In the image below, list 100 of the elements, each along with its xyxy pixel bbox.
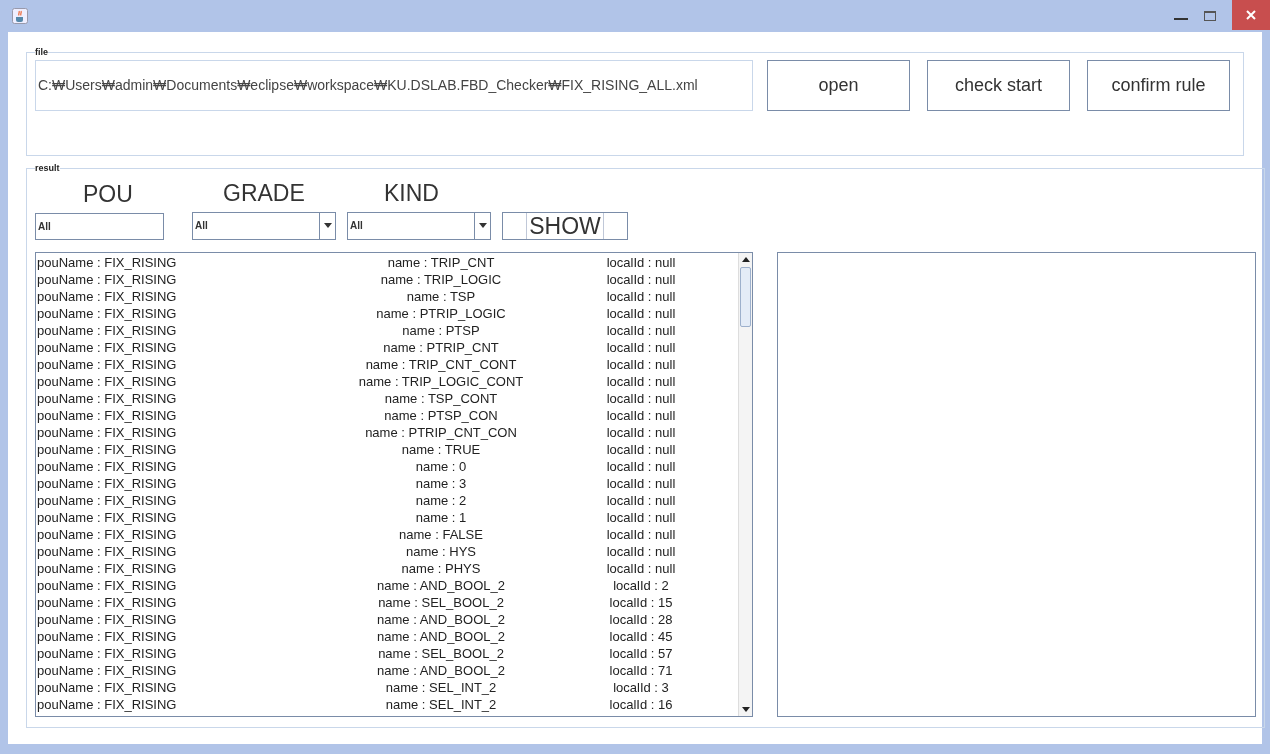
- pou-name-text: pouName : FIX_RISING: [36, 423, 178, 441]
- panel-legend: result: [35, 162, 60, 176]
- pou-name-text: pouName : FIX_RISING: [36, 304, 178, 322]
- block-name-text: name : FALSE: [398, 525, 484, 543]
- block-name-text: name : 1: [414, 508, 468, 526]
- block-name-text: name : SEL_INT_2: [384, 678, 498, 696]
- block-name-text: name : AND_BOOL_2: [376, 627, 506, 645]
- pou-name-text: pouName : FIX_RISING: [36, 372, 178, 390]
- block-name-text: name : TSP: [405, 287, 477, 305]
- panel-legend: file: [35, 46, 48, 60]
- local-id-text: localId : null: [605, 542, 677, 560]
- filter-label: KIND: [383, 178, 439, 208]
- file-path-field[interactable]: C:₩Users₩admin₩Documents₩eclipse₩workspace₩KU.DSLAB.FBD_Checker₩FIX_RISING_ALL.xml: [35, 59, 753, 111]
- block-name-text: name : TRIP_CNT_CONT: [364, 355, 518, 373]
- block-name-text: name : PTRIP_LOGIC: [375, 304, 507, 322]
- filter-label: POU: [82, 179, 133, 209]
- block-name-text: name : PTSP: [401, 321, 481, 339]
- block-name-text: name : PTRIP_CNT_CON: [364, 423, 518, 441]
- pou-name-text: pouName : FIX_RISING: [36, 644, 178, 662]
- action-button[interactable]: confirm rule: [1087, 59, 1230, 111]
- pou-name-text: pouName : FIX_RISING: [36, 695, 178, 713]
- pou-name-text: pouName : FIX_RISING: [36, 627, 178, 645]
- block-name-text: name : TRIP_LOGIC_CONT: [357, 372, 525, 390]
- action-button[interactable]: open: [767, 59, 910, 111]
- pou-name-text: pouName : FIX_RISING: [36, 389, 178, 407]
- local-id-text: localId : null: [605, 457, 677, 475]
- coffee-cup-icon: [12, 8, 28, 24]
- block-name-text: name : PTSP_CON: [383, 406, 499, 424]
- scroll-thumb[interactable]: [740, 266, 751, 327]
- local-id-text: localId : null: [605, 559, 677, 577]
- local-id-text: localId : null: [605, 406, 677, 424]
- local-id-text: localId : null: [605, 491, 677, 509]
- filter-label: GRADE: [222, 178, 305, 208]
- block-name-text: name : SEL_BOOL_2: [377, 593, 505, 611]
- pou-name-text: pouName : FIX_RISING: [36, 593, 178, 611]
- local-id-text: localId : null: [605, 423, 677, 441]
- local-id-text: localId : 2: [612, 576, 670, 594]
- pou-name-text: pouName : FIX_RISING: [36, 678, 178, 696]
- pou-name-text: pouName : FIX_RISING: [36, 457, 178, 475]
- action-button[interactable]: check start: [927, 59, 1070, 111]
- close-button[interactable]: [1232, 0, 1270, 30]
- pou-name-text: pouName : FIX_RISING: [36, 338, 178, 356]
- local-id-text: localId : null: [605, 389, 677, 407]
- local-id-text: localId : null: [605, 372, 677, 390]
- pou-name-text: pouName : FIX_RISING: [36, 559, 178, 577]
- pou-name-text: pouName : FIX_RISING: [36, 576, 178, 594]
- local-id-text: localId : 16: [608, 695, 674, 713]
- block-name-text: name : TRIP_LOGIC: [379, 270, 503, 288]
- block-name-text: name : AND_BOOL_2: [376, 576, 506, 594]
- block-name-text: name : TRIP_CNT: [386, 253, 496, 271]
- pou-name-text: pouName : FIX_RISING: [36, 253, 178, 271]
- local-id-text: localId : null: [605, 270, 677, 288]
- pou-name-text: pouName : FIX_RISING: [36, 542, 178, 560]
- block-name-text: name : HYS: [404, 542, 478, 560]
- block-name-text: name : SEL_BOOL_2: [377, 644, 505, 662]
- local-id-text: localId : null: [605, 321, 677, 339]
- local-id-text: localId : null: [605, 474, 677, 492]
- block-name-text: name : AND_BOOL_2: [376, 610, 506, 628]
- block-name-text: name : AND_BOOL_2: [376, 661, 506, 679]
- pou-name-text: pouName : FIX_RISING: [36, 525, 178, 543]
- local-id-text: localId : 45: [608, 627, 674, 645]
- block-name-text: name : 3: [414, 474, 468, 492]
- pou-name-text: pouName : FIX_RISING: [36, 440, 178, 458]
- scrollbar[interactable]: [738, 252, 752, 716]
- maximize-icon[interactable]: [1204, 11, 1216, 21]
- local-id-text: localId : 3: [612, 678, 670, 696]
- local-id-text: localId : null: [605, 338, 677, 356]
- pou-name-text: pouName : FIX_RISING: [36, 474, 178, 492]
- filter-dropdown[interactable]: All: [347, 211, 491, 240]
- local-id-text: localId : null: [605, 508, 677, 526]
- local-id-text: localId : null: [605, 287, 677, 305]
- local-id-text: localId : 28: [608, 610, 674, 628]
- block-name-text: name : 2: [414, 491, 468, 509]
- local-id-text: localId : null: [605, 355, 677, 373]
- local-id-text: localId : null: [605, 304, 677, 322]
- caret-icon: [323, 223, 332, 228]
- pou-filter-field[interactable]: All: [35, 212, 164, 240]
- local-id-text: localId : null: [605, 253, 677, 271]
- show-button[interactable]: SHOW: [502, 211, 628, 240]
- block-name-text: name : SEL_INT_2: [384, 695, 498, 713]
- pou-name-text: pouName : FIX_RISING: [36, 355, 178, 373]
- pou-name-text: pouName : FIX_RISING: [36, 406, 178, 424]
- filter-dropdown[interactable]: All: [192, 211, 336, 240]
- close-icon: [1246, 10, 1256, 20]
- block-name-text: name : TRUE: [400, 440, 482, 458]
- pou-name-text: pouName : FIX_RISING: [36, 491, 178, 509]
- caret-icon: [478, 223, 487, 228]
- local-id-text: localId : null: [605, 525, 677, 543]
- block-name-text: name : TSP_CONT: [383, 389, 499, 407]
- pou-name-text: pouName : FIX_RISING: [36, 287, 178, 305]
- block-name-text: name : PHYS: [400, 559, 482, 577]
- pou-name-text: pouName : FIX_RISING: [36, 321, 178, 339]
- local-id-text: localId : 57: [608, 644, 674, 662]
- block-name-text: name : PTRIP_CNT: [382, 338, 500, 356]
- local-id-text: localId : null: [605, 440, 677, 458]
- local-id-text: localId : 15: [608, 593, 674, 611]
- pou-name-text: pouName : FIX_RISING: [36, 661, 178, 679]
- pou-name-text: pouName : FIX_RISING: [36, 610, 178, 628]
- local-id-text: localId : 71: [608, 661, 674, 679]
- pou-name-text: pouName : FIX_RISING: [36, 270, 178, 288]
